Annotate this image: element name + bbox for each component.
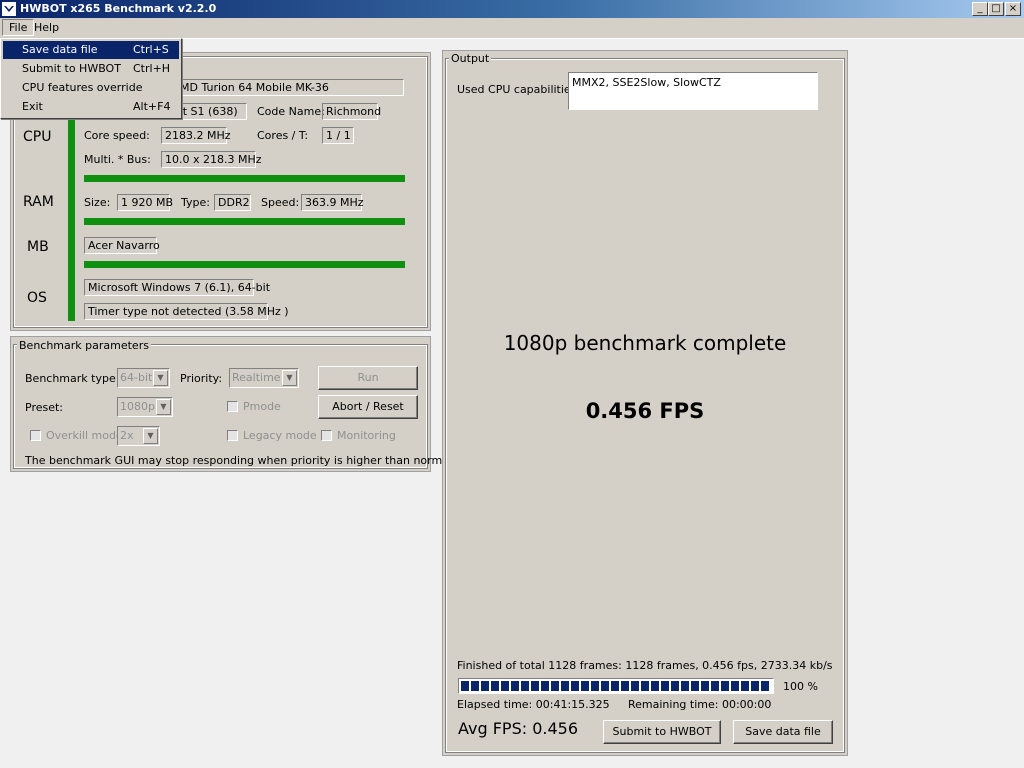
progress-fill — [461, 681, 771, 691]
pmode-checkbox[interactable]: Pmode — [227, 400, 281, 413]
mb-section-label: MB — [27, 239, 49, 255]
avg-fps: Avg FPS: 0.456 — [458, 719, 579, 738]
cpu-name-field: MD Turion 64 Mobile MK-36 — [176, 79, 404, 96]
priority-select[interactable]: Realtime ▼ — [229, 368, 299, 388]
mb-name-field: Acer Navarro — [84, 237, 160, 254]
ram-speed-field: 363.9 MHz — [301, 194, 364, 211]
cores-field: 1 / 1 — [322, 127, 354, 144]
benchmark-progress-bar — [458, 678, 774, 694]
checkbox-box — [227, 430, 238, 441]
menu-item-shortcut: Alt+F4 — [133, 100, 171, 113]
priority-warning-note: The benchmark GUI may stop responding wh… — [25, 454, 456, 467]
priority-label: Priority: — [180, 372, 223, 385]
priority-value: Realtime — [232, 371, 281, 384]
code-name-field: Richmond — [322, 103, 381, 120]
monitoring-checkbox[interactable]: Monitoring — [321, 429, 396, 442]
app-icon — [2, 2, 16, 16]
ram-speed-label: Speed: — [261, 196, 300, 209]
menu-item-shortcut: Ctrl+H — [133, 62, 171, 75]
menu-item-label: Exit — [22, 100, 43, 113]
overkill-select[interactable]: 2x ▼ — [117, 426, 160, 446]
chevron-down-icon: ▼ — [156, 399, 171, 415]
remaining-time: Remaining time: 00:00:00 — [628, 698, 772, 711]
menu-help[interactable]: Help — [28, 19, 65, 36]
checkbox-box — [321, 430, 332, 441]
os-name-field: Microsoft Windows 7 (6.1), 64-bit — [84, 279, 270, 296]
cpu-section-label: CPU — [23, 129, 52, 145]
os-section-label: OS — [27, 290, 47, 306]
benchmark-type-value: 64-bit — [120, 371, 153, 384]
fps-result: 0.456 FPS — [585, 399, 705, 423]
multi-label: Multi. * Bus: — [84, 153, 151, 166]
cpu-separator-bar — [84, 175, 405, 182]
pmode-label: Pmode — [243, 400, 281, 413]
close-button[interactable]: × — [1005, 2, 1021, 16]
overkill-value: 2x — [120, 429, 134, 442]
minimize-button[interactable]: _ — [972, 2, 988, 16]
cores-label: Cores / T: — [257, 129, 309, 142]
checkbox-box — [227, 401, 238, 412]
menu-item-label: Submit to HWBOT — [22, 62, 121, 75]
checkbox-box — [30, 430, 41, 441]
overkill-mode-label: Overkill mode — [46, 429, 123, 442]
chevron-down-icon: ▼ — [282, 370, 297, 386]
mb-separator-bar — [84, 261, 405, 268]
benchmark-type-select[interactable]: 64-bit ▼ — [117, 368, 170, 388]
menu-item-exit[interactable]: Exit Alt+F4 — [3, 98, 179, 116]
ram-separator-bar — [84, 218, 405, 225]
menu-item-save-data-file[interactable]: Save data file Ctrl+S — [3, 41, 179, 59]
menu-item-cpu-features-override[interactable]: CPU features override — [3, 79, 179, 97]
overkill-mode-checkbox[interactable]: Overkill mode — [30, 429, 123, 442]
menu-item-shortcut: Ctrl+S — [133, 43, 169, 56]
output-title: Output — [449, 52, 492, 65]
ram-section-label: RAM — [23, 194, 54, 210]
cpu-capabilities-field: MMX2, SSE2Slow, SlowCTZ — [568, 72, 818, 110]
multi-field: 10.0 x 218.3 MHz — [161, 151, 262, 168]
chevron-down-icon: ▼ — [143, 428, 158, 444]
preset-label: Preset: — [25, 401, 64, 414]
submit-to-hwbot-button[interactable]: Submit to HWBOT — [603, 720, 721, 744]
menu-item-submit-to-hwbot[interactable]: Submit to HWBOT Ctrl+H — [3, 60, 179, 78]
run-button[interactable]: Run — [318, 366, 418, 390]
ram-size-field: 1 920 MB — [117, 194, 173, 211]
benchmark-complete-message: 1080p benchmark complete — [503, 331, 787, 355]
code-name-label: Code Name: — [257, 105, 325, 118]
cpu-capabilities-label: Used CPU capabilities: — [457, 83, 581, 96]
legacy-mode-label: Legacy mode — [243, 429, 317, 442]
progress-percent-label: 100 % — [783, 680, 818, 693]
ram-type-field: DDR2 — [214, 194, 251, 211]
benchmark-type-label: Benchmark type: — [25, 372, 120, 385]
timer-field: Timer type not detected (3.58 MHz ) — [84, 303, 289, 320]
monitoring-label: Monitoring — [337, 429, 396, 442]
core-speed-field: 2183.2 MHz — [161, 127, 231, 144]
menu-item-label: CPU features override — [22, 81, 143, 94]
ram-type-label: Type: — [181, 196, 210, 209]
abort-reset-button[interactable]: Abort / Reset — [318, 395, 418, 419]
chevron-down-icon: ▼ — [153, 370, 168, 386]
title-bar: HWBOT x265 Benchmark v2.2.0 _ □ × — [0, 0, 1024, 18]
save-data-file-button[interactable]: Save data file — [733, 720, 833, 744]
benchmark-parameters-panel: Benchmark parameters Benchmark type: 64-… — [10, 336, 456, 472]
maximize-button[interactable]: □ — [988, 2, 1004, 16]
menu-item-label: Save data file — [22, 43, 98, 56]
window-title: HWBOT x265 Benchmark v2.2.0 — [20, 2, 217, 15]
legacy-mode-checkbox[interactable]: Legacy mode — [227, 429, 317, 442]
elapsed-time: Elapsed time: 00:41:15.325 — [457, 698, 610, 711]
output-panel: Output Used CPU capabilities: MMX2, SSE2… — [442, 50, 848, 756]
menu-bar: File Help — [0, 18, 1024, 39]
preset-select[interactable]: 1080p ▼ — [117, 397, 173, 417]
preset-value: 1080p — [120, 400, 155, 413]
ram-size-label: Size: — [84, 196, 111, 209]
benchmark-parameters-title: Benchmark parameters — [17, 339, 151, 352]
core-speed-label: Core speed: — [84, 129, 150, 142]
file-menu-dropdown: Save data file Ctrl+S Submit to HWBOT Ct… — [0, 38, 182, 119]
finished-frames-line: Finished of total 1128 frames: 1128 fram… — [457, 659, 833, 672]
